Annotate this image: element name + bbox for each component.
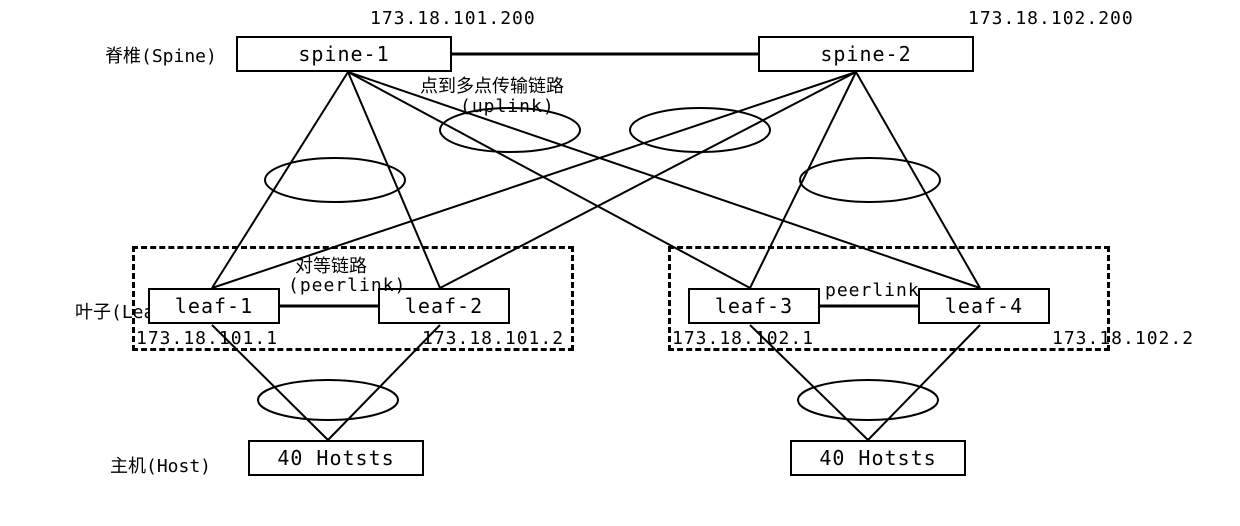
peerlink-right: peerlink	[825, 280, 920, 301]
spine-2-node: spine-2	[758, 36, 974, 72]
hosts-left: 40 Hotsts	[248, 440, 424, 476]
spine-1-ip: 173.18.101.200	[370, 8, 536, 29]
uplink-label-en: (uplink)	[460, 96, 555, 117]
leaf-1-ip: 173.18.101.1	[136, 328, 278, 349]
leaf-4-node: leaf-4	[918, 288, 1050, 324]
leaf-1-node: leaf-1	[148, 288, 280, 324]
leaf-3-node: leaf-3	[688, 288, 820, 324]
leaf-2-ip: 173.18.101.2	[422, 328, 564, 349]
row-label-spine: 脊椎(Spine)	[105, 42, 217, 68]
hosts-right: 40 Hotsts	[790, 440, 966, 476]
peerlink-left-en: (peerlink)	[288, 275, 406, 296]
spine-2-ip: 173.18.102.200	[968, 8, 1134, 29]
uplink-label-cn: 点到多点传输链路	[420, 72, 564, 98]
leaf-4-ip: 173.18.102.2	[1052, 328, 1194, 349]
spine-1-node: spine-1	[236, 36, 452, 72]
row-label-host: 主机(Host)	[110, 452, 211, 478]
leaf-3-ip: 173.18.102.1	[672, 328, 814, 349]
